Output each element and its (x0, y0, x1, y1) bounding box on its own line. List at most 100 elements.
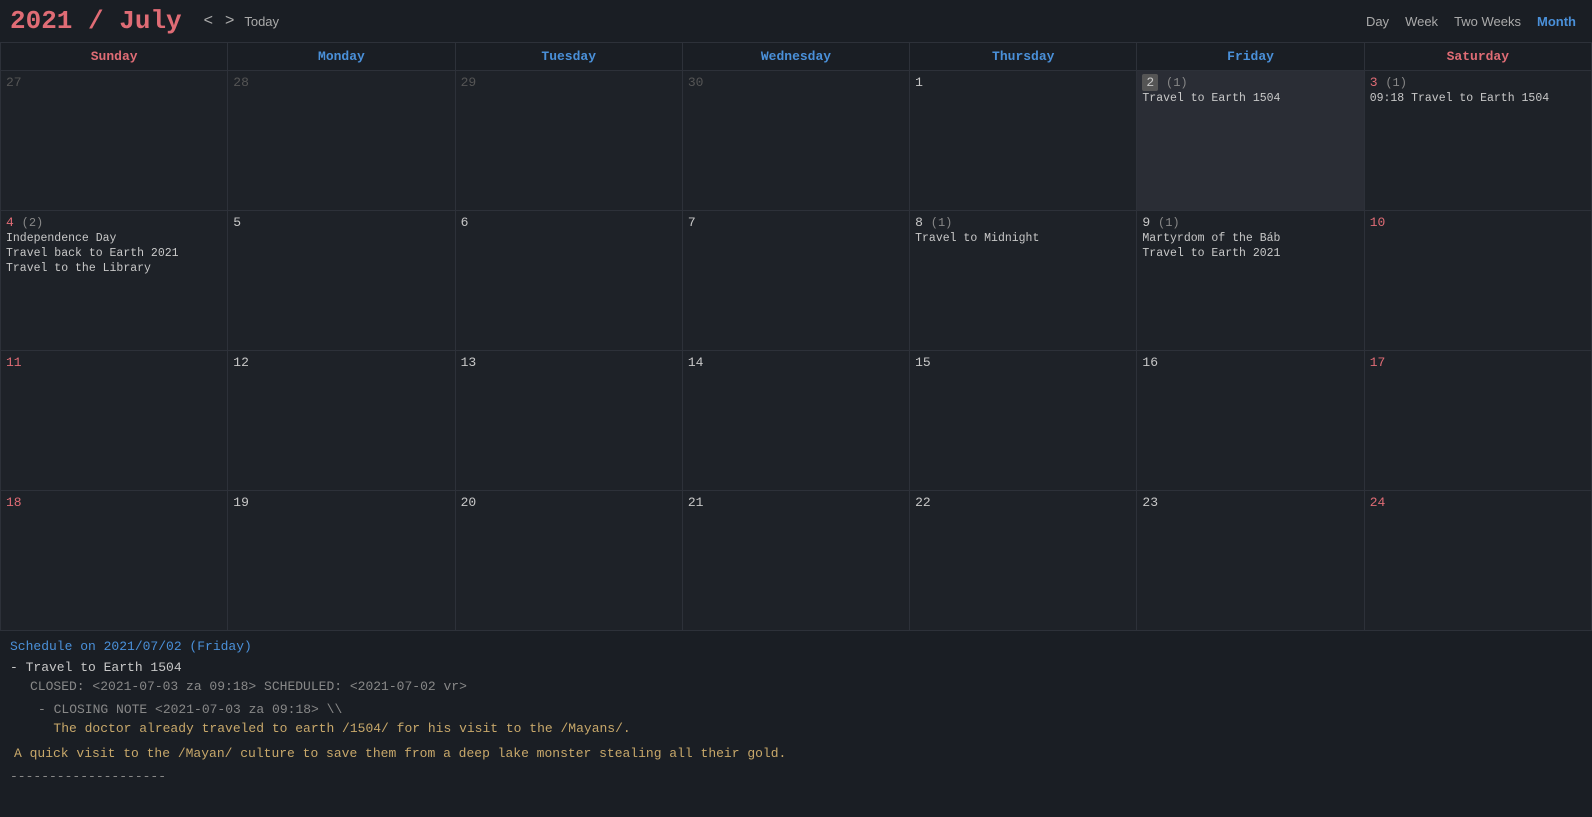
day-cell-30[interactable]: 30 (682, 71, 909, 211)
event-item[interactable]: Travel to the Library (6, 262, 222, 275)
next-button[interactable]: > (219, 10, 240, 32)
day-cell-11[interactable]: 11 (1, 351, 228, 491)
day-number: 27 (6, 75, 222, 90)
day-cell-22[interactable]: 22 (910, 491, 1137, 631)
view-day-button[interactable]: Day (1360, 12, 1395, 31)
day-number-line: 8 (1) (915, 215, 1131, 230)
day-cell-18[interactable]: 18 (1, 491, 228, 631)
day-cell-3[interactable]: 3 (1) 09:18 Travel to Earth 1504 (1364, 71, 1591, 211)
day-number: 15 (915, 355, 1131, 370)
event-item[interactable]: Travel to Midnight (915, 232, 1131, 245)
view-week-button[interactable]: Week (1399, 12, 1444, 31)
day-cell-19[interactable]: 19 (228, 491, 455, 631)
week-row: 18 19 20 21 22 23 24 (1, 491, 1592, 631)
day-number-line: 2 (1) (1142, 75, 1358, 90)
day-cell-4[interactable]: 4 (2) Independence Day Travel back to Ea… (1, 211, 228, 351)
year-label: 2021 (10, 6, 72, 36)
day-cell-21[interactable]: 21 (682, 491, 909, 631)
event-item[interactable]: Travel to Earth 2021 (1142, 247, 1358, 260)
schedule-separator: -------------------- (10, 769, 1582, 784)
calendar-header: 2021 / July < > Today Day Week Two Weeks… (0, 0, 1592, 42)
day-number-line: 9 (1) (1142, 215, 1358, 230)
day-cell-14[interactable]: 14 (682, 351, 909, 491)
event-item[interactable]: Travel to Earth 1504 (1142, 92, 1358, 105)
view-month-button[interactable]: Month (1531, 12, 1582, 31)
week-row: 4 (2) Independence Day Travel back to Ea… (1, 211, 1592, 351)
day-cell-29[interactable]: 29 (455, 71, 682, 211)
day-number: 6 (461, 215, 677, 230)
day-cell-28[interactable]: 28 (228, 71, 455, 211)
day-number: 29 (461, 75, 677, 90)
day-number: 4 (6, 215, 14, 230)
day-number: 5 (233, 215, 449, 230)
day-number: 21 (688, 495, 904, 510)
schedule-item-title: - Travel to Earth 1504 (10, 660, 1582, 675)
day-cell-23[interactable]: 23 (1137, 491, 1364, 631)
day-cell-2[interactable]: 2 (1) Travel to Earth 1504 (1137, 71, 1364, 211)
day-cell-9[interactable]: 9 (1) Martyrdom of the Báb Travel to Ear… (1137, 211, 1364, 351)
day-number: 2 (1142, 74, 1158, 91)
col-friday: Friday (1137, 43, 1364, 71)
day-cell-27[interactable]: 27 (1, 71, 228, 211)
prev-button[interactable]: < (198, 10, 219, 32)
view-twoweeks-button[interactable]: Two Weeks (1448, 12, 1527, 31)
day-cell-17[interactable]: 17 (1364, 351, 1591, 491)
col-thursday: Thursday (910, 43, 1137, 71)
day-cell-8[interactable]: 8 (1) Travel to Midnight (910, 211, 1137, 351)
day-number: 3 (1370, 75, 1378, 90)
day-cell-15[interactable]: 15 (910, 351, 1137, 491)
event-item[interactable]: 09:18 Travel to Earth 1504 (1370, 92, 1586, 105)
event-item[interactable]: Travel back to Earth 2021 (6, 247, 222, 260)
day-number: 28 (233, 75, 449, 90)
schedule-title: Schedule on 2021/07/02 (Friday) (10, 639, 1582, 654)
day-number: 23 (1142, 495, 1358, 510)
schedule-description: A quick visit to the /Mayan/ culture to … (14, 746, 1582, 761)
col-sunday: Sunday (1, 43, 228, 71)
day-number: 13 (461, 355, 677, 370)
day-badge: (1) (931, 216, 953, 230)
col-monday: Monday (228, 43, 455, 71)
day-cell-5[interactable]: 5 (228, 211, 455, 351)
event-item[interactable]: Martyrdom of the Báb (1142, 232, 1358, 245)
col-saturday: Saturday (1364, 43, 1591, 71)
day-number-line: 3 (1) (1370, 75, 1586, 90)
day-number: 1 (915, 75, 1131, 90)
day-number: 11 (6, 355, 222, 370)
day-number: 17 (1370, 355, 1586, 370)
schedule-closing-note1: The doctor already traveled to earth /15… (30, 721, 1582, 736)
day-cell-12[interactable]: 12 (228, 351, 455, 491)
day-number: 30 (688, 75, 904, 90)
day-number: 8 (915, 215, 923, 230)
day-number: 22 (915, 495, 1131, 510)
day-number: 16 (1142, 355, 1358, 370)
day-number: 10 (1370, 215, 1586, 230)
day-badge: (1) (1166, 76, 1188, 90)
day-badge: (1) (1385, 76, 1407, 90)
week-row: 11 12 13 14 15 16 17 (1, 351, 1592, 491)
col-wednesday: Wednesday (682, 43, 909, 71)
day-number: 9 (1142, 215, 1150, 230)
day-cell-13[interactable]: 13 (455, 351, 682, 491)
day-badge: (1) (1158, 216, 1180, 230)
week-row: 27 28 29 30 1 2 (1) Travel to Earth 1504 (1, 71, 1592, 211)
calendar-body: 27 28 29 30 1 2 (1) Travel to Earth 1504 (1, 71, 1592, 631)
day-cell-16[interactable]: 16 (1137, 351, 1364, 491)
day-cell-24[interactable]: 24 (1364, 491, 1591, 631)
day-number: 7 (688, 215, 904, 230)
day-badge: (2) (22, 216, 44, 230)
day-number: 19 (233, 495, 449, 510)
day-number: 24 (1370, 495, 1586, 510)
day-cell-10[interactable]: 10 (1364, 211, 1591, 351)
schedule-closing-label: - CLOSING NOTE <2021-07-03 za 09:18> \\ (38, 702, 1582, 717)
day-cell-20[interactable]: 20 (455, 491, 682, 631)
calendar-table: Sunday Monday Tuesday Wednesday Thursday… (0, 42, 1592, 631)
event-item[interactable]: Independence Day (6, 232, 222, 245)
schedule-panel: Schedule on 2021/07/02 (Friday) - Travel… (0, 631, 1592, 792)
day-cell-6[interactable]: 6 (455, 211, 682, 351)
day-cell-7[interactable]: 7 (682, 211, 909, 351)
slash-label: / (72, 6, 119, 36)
day-cell-1[interactable]: 1 (910, 71, 1137, 211)
month-label: July (119, 6, 181, 36)
day-number-line: 4 (2) (6, 215, 222, 230)
today-button[interactable]: Today (244, 14, 279, 29)
